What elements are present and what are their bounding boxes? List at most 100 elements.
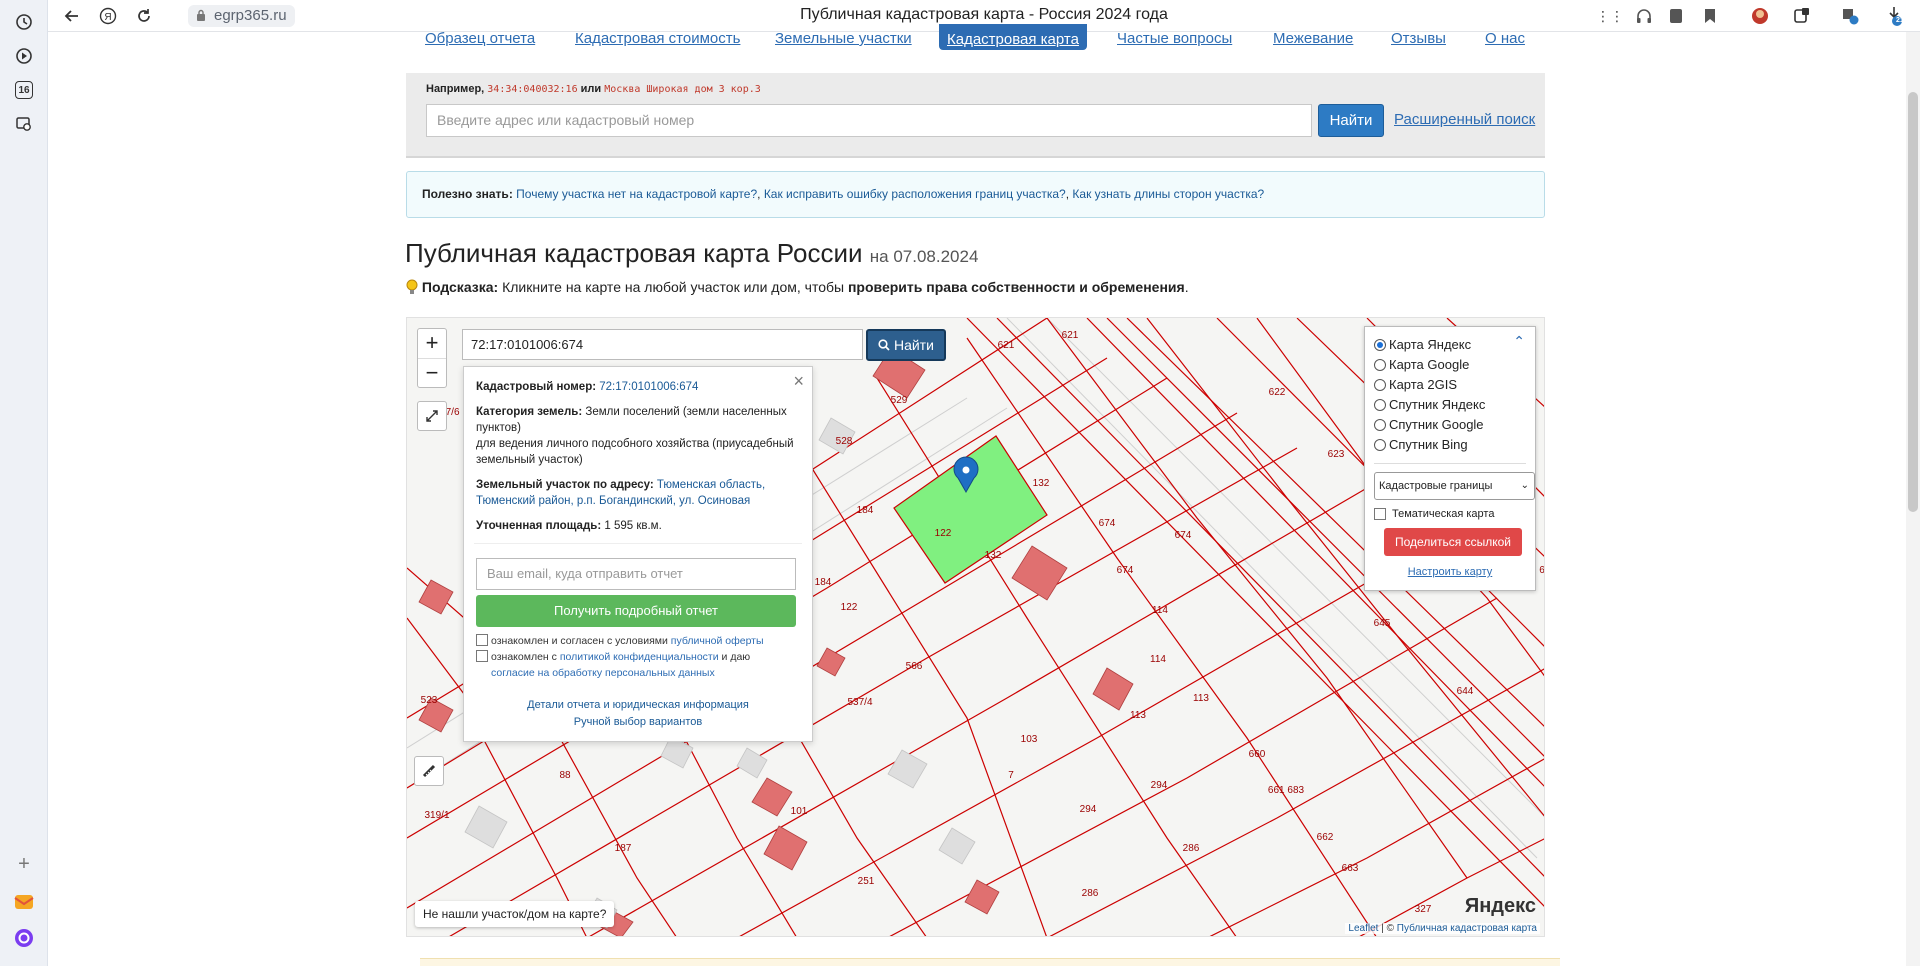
yandex-logo-icon[interactable]: Я [96, 4, 120, 28]
nav-surveying[interactable]: Межевание [1273, 30, 1353, 47]
personal-data-consent-link[interactable]: согласие на обработку персональных данны… [491, 667, 715, 679]
info-link-fix-borders[interactable]: Как исправить ошибку расположения границ… [764, 187, 1066, 201]
parcel-label: 661 683 [1268, 785, 1305, 796]
collections-icon[interactable] [1664, 4, 1688, 28]
cadastral-map[interactable]: 621 621 622 623 529 528 537/6 132 132 67… [406, 317, 1545, 937]
nav-land-plots[interactable]: Земельные участки [775, 30, 912, 47]
fullscreen-button[interactable] [417, 401, 447, 431]
layer-option-yandex-satellite[interactable]: Спутник Яндекс [1374, 395, 1526, 415]
pkk-link[interactable]: Публичная кадастровая карта [1397, 923, 1537, 934]
lightbulb-icon [406, 279, 418, 294]
alice-icon[interactable] [12, 926, 36, 950]
example-cadastral-code: 34:34:040032:16 [487, 84, 578, 95]
info-sep: , [757, 187, 761, 201]
screenshot-icon[interactable] [12, 112, 36, 136]
close-icon[interactable]: × [793, 371, 804, 392]
configure-map-link[interactable]: Настроить карту [1374, 566, 1526, 578]
layer-option-label: Карта 2GIS [1389, 377, 1458, 392]
parcel-label: 623 [1328, 449, 1345, 460]
report-details-link[interactable]: Детали отчета и юридическая информация [527, 699, 749, 711]
reload-icon[interactable] [132, 4, 156, 28]
thematic-checkbox[interactable] [1374, 508, 1386, 520]
page-heading: Публичная кадастровая карта России на 07… [405, 238, 978, 269]
privacy-policy-link[interactable]: политикой конфиденциальности [560, 651, 719, 663]
zoom-in-button[interactable]: + [418, 329, 446, 358]
layer-radio[interactable] [1374, 439, 1386, 451]
history-icon[interactable] [12, 10, 36, 34]
layer-option-google-satellite[interactable]: Спутник Google [1374, 415, 1526, 435]
chevron-up-icon[interactable]: ⌃ [1513, 333, 1525, 350]
useful-info-label: Полезно знать: [422, 187, 513, 201]
downloads-icon[interactable]: 21 [1882, 4, 1906, 28]
layer-option-bing-satellite[interactable]: Спутник Bing [1374, 435, 1526, 455]
extension-badge-icon[interactable] [1838, 4, 1862, 28]
mail-icon[interactable] [12, 890, 36, 914]
nav-faq[interactable]: Частые вопросы [1117, 30, 1232, 47]
manual-selection-link[interactable]: Ручной выбор вариантов [574, 716, 702, 728]
tab-counter-button[interactable]: 16 [12, 78, 36, 102]
layer-option-google-map[interactable]: Карта Google [1374, 355, 1526, 375]
parcel-label: 622 [1269, 387, 1286, 398]
info-link-missing-plot[interactable]: Почему участка нет на кадастровой карте? [516, 187, 757, 201]
layer-radio[interactable] [1374, 399, 1386, 411]
parcel-label: 6 [1539, 565, 1545, 576]
map-search-input[interactable]: 72:17:0101006:674 [462, 329, 863, 360]
layer-radio[interactable] [1374, 339, 1386, 351]
layer-radio[interactable] [1374, 359, 1386, 371]
public-offer-link[interactable]: публичной оферты [671, 635, 764, 647]
nav-reviews[interactable]: Отзывы [1391, 30, 1446, 47]
parcel-label: 528 [836, 436, 853, 447]
bookmark-icon[interactable] [1698, 4, 1722, 28]
zoom-out-button[interactable]: − [418, 358, 446, 387]
puzzle-icon[interactable] [1790, 4, 1814, 28]
headphones-icon[interactable] [1632, 4, 1656, 28]
lock-icon [197, 9, 205, 21]
play-icon[interactable] [12, 44, 36, 68]
layer-radio[interactable] [1374, 379, 1386, 391]
privacy-checkbox[interactable] [476, 650, 488, 662]
info-link-side-lengths[interactable]: Как узнать длины сторон участка? [1072, 187, 1264, 201]
nav-sample-report[interactable]: Образец отчета [425, 30, 535, 47]
hint-line: Подсказка: Кликните на карте на любой уч… [406, 279, 1189, 295]
parcel-label: 113 [1130, 710, 1146, 721]
page-scrollbar[interactable] [1906, 32, 1920, 966]
offer-consent-row: ознакомлен и согласен с условиями публич… [476, 633, 800, 649]
heading-date: на 07.08.2024 [869, 247, 979, 266]
not-found-button[interactable]: Не нашли участок/дом на карте? [415, 901, 615, 927]
attribution-sep: | © [1381, 923, 1394, 934]
nav-about[interactable]: О нас [1485, 30, 1525, 47]
land-use-value: для ведения личного подсобного хозяйства… [476, 438, 794, 466]
get-report-button[interactable]: Получить подробный отчет [476, 595, 796, 627]
back-arrow-icon[interactable] [60, 4, 84, 28]
share-link-button[interactable]: Поделиться ссылкой [1384, 528, 1522, 556]
address-bar[interactable]: egrp365.ru [188, 5, 295, 27]
layer-option-2gis-map[interactable]: Карта 2GIS [1374, 375, 1526, 395]
scrollbar-thumb[interactable] [1908, 92, 1918, 512]
nav-cadastral-map[interactable]: Кадастровая карта [939, 24, 1087, 50]
advanced-search-link[interactable]: Расширенный поиск [1394, 111, 1535, 128]
thematic-map-toggle[interactable]: Тематическая карта [1374, 508, 1526, 520]
apps-icon[interactable]: ⋮⋮ [1596, 4, 1624, 28]
add-panel-icon[interactable]: + [12, 852, 36, 876]
extension-avatar-icon[interactable] [1748, 4, 1772, 28]
overlay-layer-select[interactable]: Кадастровые границы ⌄ [1374, 472, 1535, 500]
parcel-label: 523 [421, 695, 438, 706]
layer-option-label: Спутник Bing [1389, 437, 1468, 452]
ruler-button[interactable] [414, 756, 444, 786]
parcel-label: 113 [1193, 693, 1209, 704]
leaflet-link[interactable]: Leaflet [1348, 923, 1378, 934]
heading-title: Публичная кадастровая карта России [405, 238, 863, 268]
email-input[interactable]: Ваш email, куда отправить отчет [476, 558, 796, 590]
nav-cadastral-value[interactable]: Кадастровая стоимость [575, 30, 740, 47]
area-row: Уточненная площадь: 1 595 кв.м. [476, 518, 800, 534]
parcel-label: 114 [1150, 654, 1166, 665]
address-search-input[interactable]: Введите адрес или кадастровый номер [426, 104, 1312, 137]
layer-radio[interactable] [1374, 419, 1386, 431]
svg-text:Я: Я [104, 12, 111, 23]
layer-option-yandex-map[interactable]: Карта Яндекс [1374, 335, 1526, 355]
parcel-label: 662 [1317, 832, 1334, 843]
cadastral-number-link[interactable]: 72:17:0101006:674 [599, 381, 698, 393]
map-search-button[interactable]: Найти [866, 329, 946, 361]
search-button[interactable]: Найти [1318, 104, 1384, 137]
offer-checkbox[interactable] [476, 634, 488, 646]
